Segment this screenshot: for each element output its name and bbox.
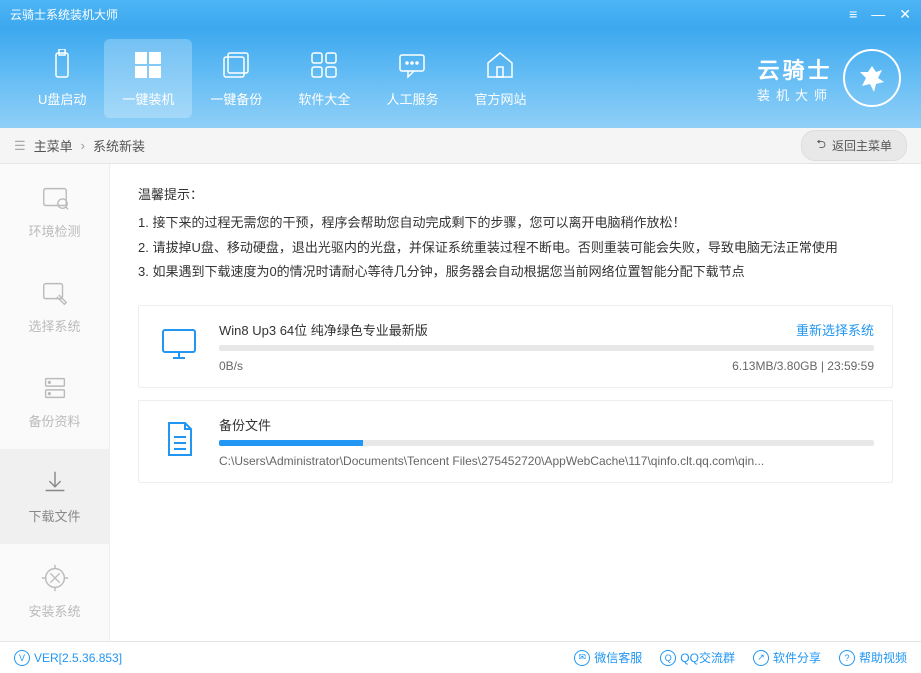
close-icon[interactable]: ✕ bbox=[899, 6, 911, 23]
home-icon bbox=[484, 49, 516, 81]
download-speed: 0B/s bbox=[219, 359, 243, 373]
usb-icon bbox=[46, 49, 78, 81]
minimize-icon[interactable]: — bbox=[871, 6, 885, 23]
sidebar-label: 环境检测 bbox=[28, 221, 80, 240]
statusbar: V VER[2.5.36.853] ✉ 微信客服 Q QQ交流群 ↗ 软件分享 … bbox=[0, 641, 921, 673]
sidebar-step-download[interactable]: 下载文件 bbox=[0, 449, 109, 544]
tips-title: 温馨提示： bbox=[138, 184, 893, 203]
backup-icon bbox=[220, 49, 252, 81]
main-toolbar: U盘启动 一键装机 一键备份 软件大全 人工服务 官方网站 云骑士 装机大师 bbox=[0, 28, 921, 128]
sidebar-label: 备份资料 bbox=[28, 411, 80, 430]
main-area: 环境检测 选择系统 备份资料 下载文件 安装系统 温馨提示： 1. 接下来的过程… bbox=[0, 164, 921, 641]
tips-list: 1. 接下来的过程无需您的干预，程序会帮助您自动完成剩下的步骤，您可以离开电脑稍… bbox=[138, 211, 893, 285]
breadcrumb-bar: ☰ 主菜单 › 系统新装 ⮌ 返回主菜单 bbox=[0, 128, 921, 164]
toolbar-support[interactable]: 人工服务 bbox=[368, 39, 456, 118]
windows-icon bbox=[132, 49, 164, 81]
sidebar-label: 选择系统 bbox=[28, 316, 80, 335]
backup-task-card: 备份文件 C:\Users\Administrator\Documents\Te… bbox=[138, 400, 893, 483]
back-to-main-button[interactable]: ⮌ 返回主菜单 bbox=[801, 130, 907, 161]
download-icon bbox=[40, 468, 70, 498]
version-info[interactable]: V VER[2.5.36.853] bbox=[14, 650, 122, 666]
slink-label: 帮助视频 bbox=[859, 649, 907, 666]
document-icon bbox=[157, 415, 201, 468]
sidebar-step-backup-data[interactable]: 备份资料 bbox=[0, 354, 109, 449]
logo-text-small: 装机大师 bbox=[757, 85, 833, 104]
help-video-link[interactable]: ? 帮助视频 bbox=[839, 649, 907, 666]
backup-data-icon bbox=[40, 373, 70, 403]
version-icon: V bbox=[14, 650, 30, 666]
apps-icon bbox=[308, 49, 340, 81]
backup-progress-fill bbox=[219, 440, 363, 446]
breadcrumb-current: 系统新装 bbox=[93, 136, 145, 155]
sidebar-step-select-system[interactable]: 选择系统 bbox=[0, 259, 109, 354]
tip-line: 2. 请拔掉U盘、移动硬盘，退出光驱内的光盘，并保证系统重装过程不断电。否则重装… bbox=[138, 236, 893, 261]
app-title: 云骑士系统装机大师 bbox=[10, 6, 118, 23]
chat-icon bbox=[396, 49, 428, 81]
content-panel: 温馨提示： 1. 接下来的过程无需您的干预，程序会帮助您自动完成剩下的步骤，您可… bbox=[110, 164, 921, 641]
breadcrumb-root[interactable]: 主菜单 bbox=[34, 136, 73, 155]
sidebar-label: 下载文件 bbox=[28, 506, 80, 525]
toolbar-website[interactable]: 官方网站 bbox=[456, 39, 544, 118]
backup-progress-bar bbox=[219, 440, 874, 446]
steps-sidebar: 环境检测 选择系统 备份资料 下载文件 安装系统 bbox=[0, 164, 110, 641]
install-icon bbox=[40, 563, 70, 593]
chevron-right-icon: › bbox=[81, 138, 85, 153]
backup-title: 备份文件 bbox=[219, 415, 271, 434]
sidebar-step-install[interactable]: 安装系统 bbox=[0, 544, 109, 639]
toolbar-label: U盘启动 bbox=[38, 89, 86, 108]
toolbar-usb-boot[interactable]: U盘启动 bbox=[20, 39, 104, 118]
download-task-card: Win8 Up3 64位 纯净绿色专业最新版 重新选择系统 0B/s 6.13M… bbox=[138, 305, 893, 388]
window-controls: ≡ — ✕ bbox=[849, 6, 911, 23]
select-system-icon bbox=[40, 278, 70, 308]
wechat-support-link[interactable]: ✉ 微信客服 bbox=[574, 649, 642, 666]
share-link[interactable]: ↗ 软件分享 bbox=[753, 649, 821, 666]
env-check-icon bbox=[40, 183, 70, 213]
tip-line: 3. 如果遇到下载速度为0的情况时请耐心等待几分钟，服务器会自动根据您当前网络位… bbox=[138, 260, 893, 285]
logo-text-big: 云骑士 bbox=[757, 53, 833, 85]
sidebar-step-env-check[interactable]: 环境检测 bbox=[0, 164, 109, 259]
wechat-icon: ✉ bbox=[574, 650, 590, 666]
sidebar-label: 安装系统 bbox=[28, 601, 80, 620]
toolbar-label: 人工服务 bbox=[386, 89, 438, 108]
slink-label: 软件分享 bbox=[773, 649, 821, 666]
monitor-icon bbox=[157, 320, 201, 373]
toolbar-label: 一键装机 bbox=[122, 89, 174, 108]
help-icon: ? bbox=[839, 650, 855, 666]
list-icon: ☰ bbox=[14, 138, 26, 154]
toolbar-one-key-backup[interactable]: 一键备份 bbox=[192, 39, 280, 118]
qq-group-link[interactable]: Q QQ交流群 bbox=[660, 649, 735, 666]
download-title: Win8 Up3 64位 纯净绿色专业最新版 bbox=[219, 320, 428, 339]
titlebar: 云骑士系统装机大师 ≡ — ✕ bbox=[0, 0, 921, 28]
reselect-system-link[interactable]: 重新选择系统 bbox=[796, 320, 874, 339]
slink-label: QQ交流群 bbox=[680, 649, 735, 666]
toolbar-software[interactable]: 软件大全 bbox=[280, 39, 368, 118]
backup-path: C:\Users\Administrator\Documents\Tencent… bbox=[219, 454, 874, 468]
slink-label: 微信客服 bbox=[594, 649, 642, 666]
share-icon: ↗ bbox=[753, 650, 769, 666]
toolbar-one-key-install[interactable]: 一键装机 bbox=[104, 39, 192, 118]
tip-line: 1. 接下来的过程无需您的干预，程序会帮助您自动完成剩下的步骤，您可以离开电脑稍… bbox=[138, 211, 893, 236]
toolbar-label: 软件大全 bbox=[298, 89, 350, 108]
menu-icon[interactable]: ≡ bbox=[849, 6, 857, 23]
qq-icon: Q bbox=[660, 650, 676, 666]
version-text: VER[2.5.36.853] bbox=[34, 651, 122, 665]
back-button-label: 返回主菜单 bbox=[832, 137, 892, 154]
brand-logo: 云骑士 装机大师 bbox=[757, 49, 901, 107]
download-progress-text: 6.13MB/3.80GB | 23:59:59 bbox=[732, 359, 874, 373]
knight-icon bbox=[843, 49, 901, 107]
toolbar-label: 官方网站 bbox=[474, 89, 526, 108]
download-progress-bar bbox=[219, 345, 874, 351]
toolbar-label: 一键备份 bbox=[210, 89, 262, 108]
back-arrow-icon: ⮌ bbox=[816, 135, 826, 156]
